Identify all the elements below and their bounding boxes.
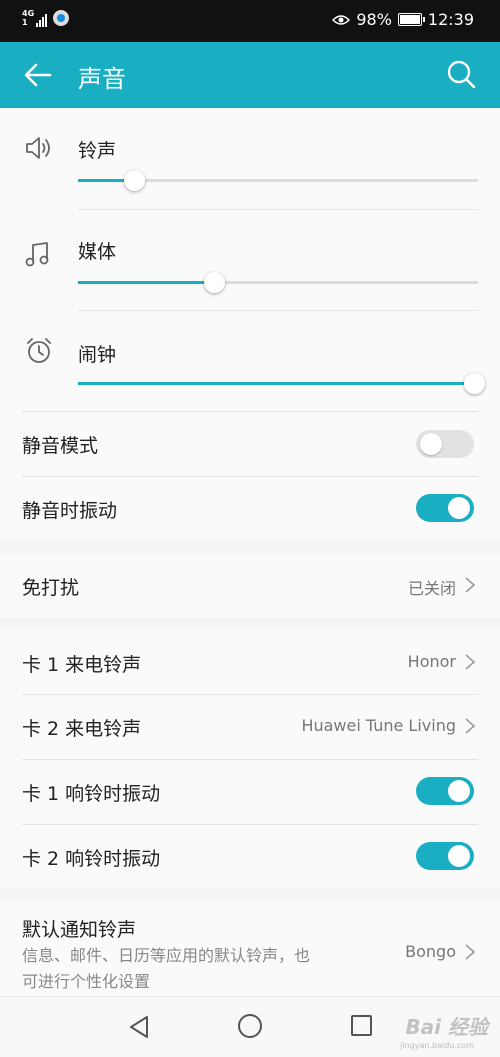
battery-percent: 98% [356,10,392,29]
music-note-icon [25,242,49,267]
sim2-ringtone-label: 卡 2 来电铃声 [22,718,142,740]
vibrate-silent-label: 静音时振动 [22,500,118,522]
alarm-clock-icon [27,338,51,363]
nav-recent-apps-icon[interactable] [351,1015,372,1036]
do-not-disturb-row[interactable]: 免打扰 已关闭 [0,553,500,618]
sim1-ringtone-row[interactable]: 卡 1 来电铃声 Honor [0,629,500,694]
sim1-ringtone-value: Honor [407,652,456,671]
sim1-ringtone-label: 卡 1 来电铃声 [22,654,142,676]
silent-mode-label: 静音模式 [22,435,99,457]
notification-app-icon [53,10,70,26]
alarm-volume-thumb[interactable] [464,373,485,394]
ringtone-volume-label: 铃声 [78,140,117,162]
media-volume-thumb[interactable] [204,272,225,293]
network-indicator: 4G 1 [22,9,48,27]
do-not-disturb-status: 已关闭 [407,579,456,598]
notification-tone-value: Bongo [405,942,456,961]
watermark: Bai 经验 [405,1015,488,1039]
sim2-vibrate-row[interactable]: 卡 2 响铃时振动 [0,824,500,888]
media-volume-slider[interactable] [78,272,478,293]
silent-mode-row[interactable]: 静音模式 [0,411,500,476]
settings-content: 铃声 媒体 闹钟 静音模式 静音时振动 免打扰 已关闭 卡 1 来电铃声 Hon… [0,108,500,996]
sim1-vibrate-toggle[interactable] [416,777,474,805]
nav-home-icon[interactable] [238,1014,262,1038]
sim2-ringtone-row[interactable]: 卡 2 来电铃声 Huawei Tune Living [0,694,500,759]
battery-icon [397,13,425,26]
media-volume: 媒体 [0,209,500,310]
notification-tone-description: 信息、邮件、日历等应用的默认铃声，也可进行个性化设置 [22,946,311,991]
network-type: 4G [22,9,35,18]
notification-tone-label: 默认通知铃声 [22,919,137,941]
notification-section: 默认通知铃声 信息、邮件、日历等应用的默认铃声，也可进行个性化设置 Bongo [0,899,500,996]
watermark-url: jingyan.baidu.com [400,1041,474,1050]
sim2-ringtone-value: Huawei Tune Living [301,716,456,735]
search-icon[interactable] [446,59,476,89]
do-not-disturb-label: 免打扰 [22,577,80,599]
eye-comfort-icon [332,14,351,25]
speaker-icon [26,137,50,159]
notification-tone-row[interactable]: 默认通知铃声 信息、邮件、日历等应用的默认铃声，也可进行个性化设置 Bongo [0,899,500,996]
ringtone-section: 卡 1 来电铃声 Honor 卡 2 来电铃声 Huawei Tune Livi… [0,629,500,888]
silent-mode-toggle[interactable] [416,430,474,458]
nav-back-icon[interactable] [128,1015,150,1039]
alarm-volume-label: 闹钟 [78,344,117,366]
sim1-vibrate-row[interactable]: 卡 1 响铃时振动 [0,759,500,824]
network-sub: 1 [22,18,28,27]
vibrate-silent-toggle[interactable] [416,494,474,522]
ringtone-volume: 铃声 [0,108,500,209]
sim1-vibrate-label: 卡 1 响铃时振动 [22,783,161,805]
status-bar: 4G 1 98% 12:39 [0,0,500,42]
chevron-right-icon [465,654,476,670]
chevron-right-icon [465,577,476,593]
sim2-vibrate-toggle[interactable] [416,842,474,870]
alarm-volume: 闹钟 [0,310,500,411]
app-bar: 声音 [0,42,500,108]
ringtone-volume-slider[interactable] [78,170,478,191]
sim2-vibrate-label: 卡 2 响铃时振动 [22,848,161,870]
media-volume-label: 媒体 [78,241,117,263]
vibrate-silent-row[interactable]: 静音时振动 [0,476,500,541]
system-nav-bar: Bai 经验 jingyan.baidu.com [0,996,500,1057]
dnd-section: 免打扰 已关闭 [0,553,500,618]
volume-section: 铃声 媒体 闹钟 静音模式 静音时振动 [0,108,500,541]
chevron-right-icon [465,944,476,960]
ringtone-volume-thumb[interactable] [124,170,145,191]
media-volume-fill [78,281,214,284]
alarm-volume-slider[interactable] [78,373,485,394]
alarm-volume-fill [78,382,474,385]
back-arrow-icon[interactable] [22,59,54,91]
signal-icon [36,13,48,27]
clock: 12:39 [427,10,474,29]
page-title: 声音 [78,65,126,93]
chevron-right-icon [465,718,476,734]
